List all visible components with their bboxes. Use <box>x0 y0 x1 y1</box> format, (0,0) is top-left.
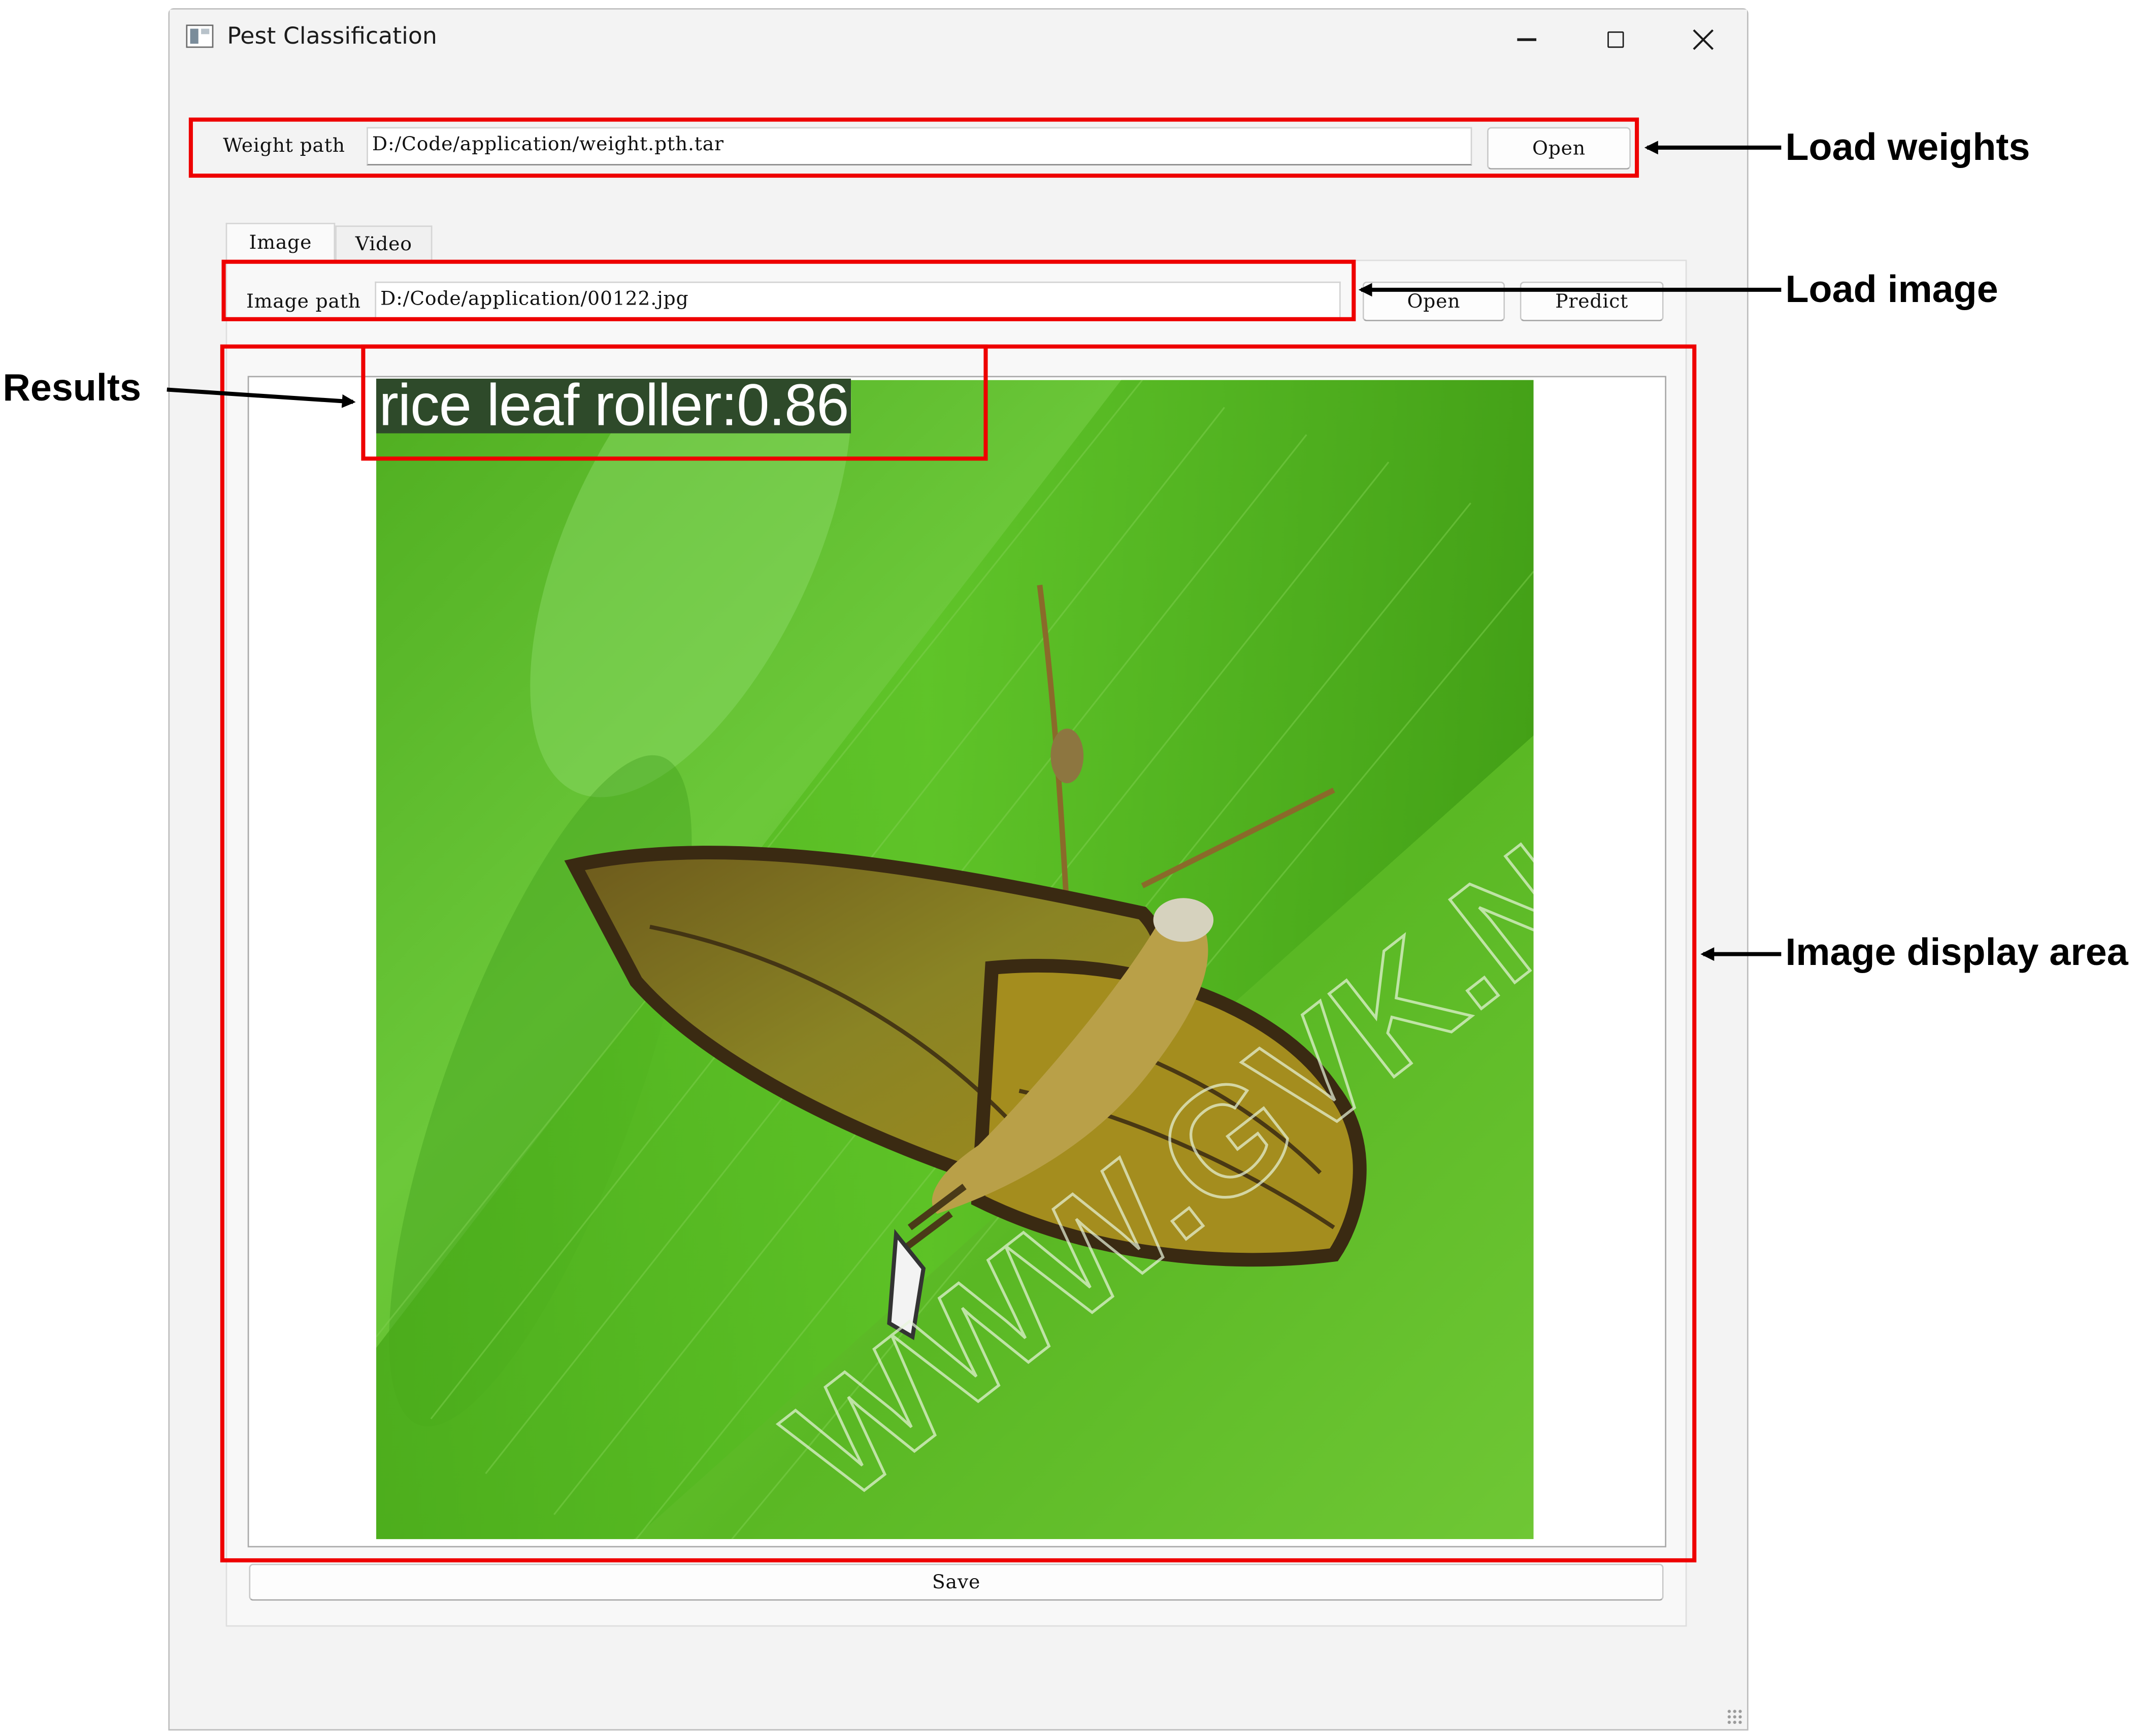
load-image-highlight <box>221 259 1356 321</box>
close-icon <box>1693 29 1714 50</box>
maximize-icon <box>1607 31 1624 48</box>
callout-load-weights: Load weights <box>1785 125 2030 169</box>
callout-image-display-area: Image display area <box>1785 930 2128 974</box>
load-weights-highlight <box>188 117 1639 178</box>
title-bar[interactable]: Pest Classification <box>170 9 1748 70</box>
minimize-icon <box>1517 39 1537 41</box>
callout-load-image: Load image <box>1785 268 1998 311</box>
app-window-icon <box>186 24 214 48</box>
open-image-button[interactable]: Open <box>1362 281 1505 321</box>
tab-video[interactable]: Video <box>335 225 433 261</box>
tab-image[interactable]: Image <box>225 222 336 261</box>
predict-button[interactable]: Predict <box>1520 281 1664 321</box>
close-button[interactable] <box>1673 15 1733 64</box>
callout-results: Results <box>3 366 141 409</box>
save-button[interactable]: Save <box>249 1563 1664 1601</box>
maximize-button[interactable] <box>1586 15 1646 64</box>
image-display-highlight <box>220 344 1697 1562</box>
window-title: Pest Classification <box>227 23 437 51</box>
resize-grip[interactable] <box>1726 1709 1743 1725</box>
minimize-button[interactable] <box>1497 15 1557 64</box>
